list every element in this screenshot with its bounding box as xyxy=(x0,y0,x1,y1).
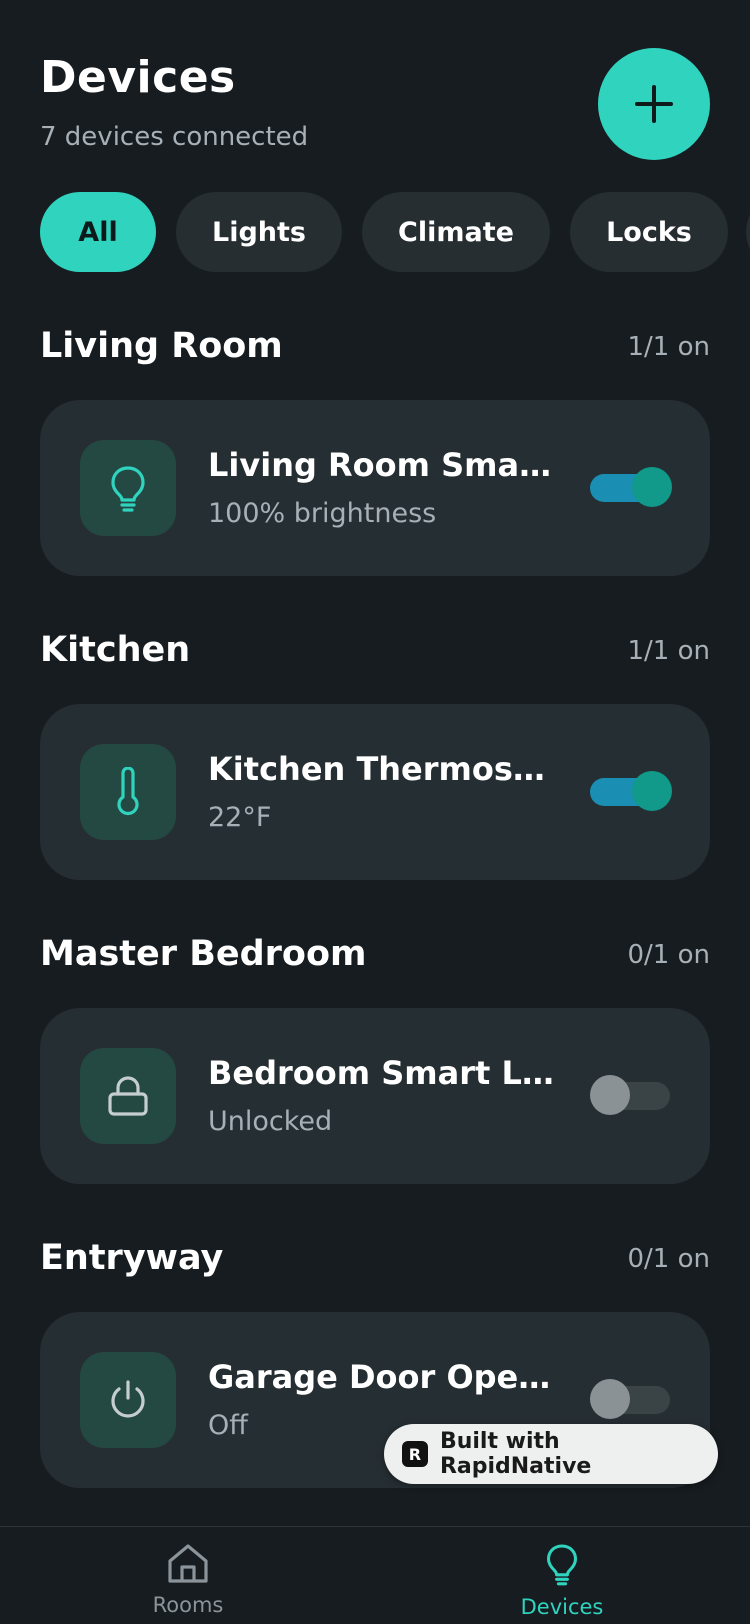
lightbulb-icon xyxy=(546,1544,578,1586)
bottom-nav: Rooms Devices xyxy=(0,1526,750,1624)
filter-chip-more[interactable] xyxy=(746,192,750,272)
filter-chip-locks[interactable]: Locks xyxy=(570,192,728,272)
toggle-thumb xyxy=(590,1075,630,1115)
section-title-living-room: Living Room xyxy=(40,326,283,366)
section-title-master-bedroom: Master Bedroom xyxy=(40,934,367,974)
device-toggle[interactable] xyxy=(590,1074,674,1118)
rapidnative-logo-icon: R xyxy=(402,1441,428,1467)
lock-icon xyxy=(108,1076,148,1116)
device-card-living-room-light[interactable]: Living Room Smart Light 100% brightness xyxy=(40,400,710,576)
device-card-kitchen-thermostat[interactable]: Kitchen Thermostat 22°F xyxy=(40,704,710,880)
page-title: Devices xyxy=(40,52,236,103)
device-name: Bedroom Smart Lock xyxy=(208,1054,558,1092)
filter-chip-all[interactable]: All xyxy=(40,192,156,272)
add-device-button[interactable] xyxy=(598,48,710,160)
section-title-entryway: Entryway xyxy=(40,1238,224,1278)
device-status: 100% brightness xyxy=(208,498,437,529)
device-toggle[interactable] xyxy=(590,770,674,814)
device-status: 22°F xyxy=(208,802,272,833)
device-name: Living Room Smart Light xyxy=(208,446,558,484)
device-icon-tile xyxy=(80,1048,176,1144)
device-toggle[interactable] xyxy=(590,466,674,510)
section-title-kitchen: Kitchen xyxy=(40,630,191,670)
device-name: Kitchen Thermostat xyxy=(208,750,558,788)
built-with-badge[interactable]: R Built with RapidNative xyxy=(384,1424,718,1484)
device-icon-tile xyxy=(80,1352,176,1448)
device-toggle[interactable] xyxy=(590,1378,674,1422)
device-icon-tile xyxy=(80,440,176,536)
lightbulb-icon xyxy=(111,466,145,512)
device-status: Unlocked xyxy=(208,1106,333,1137)
filter-chip-lights[interactable]: Lights xyxy=(176,192,342,272)
toggle-thumb xyxy=(632,467,672,507)
nav-item-devices[interactable]: Devices xyxy=(502,1541,622,1619)
devices-connected-count: 7 devices connected xyxy=(40,122,309,152)
device-name: Garage Door Opener xyxy=(208,1358,558,1396)
section-count-living-room: 1/1 on xyxy=(627,332,711,362)
filter-chip-climate[interactable]: Climate xyxy=(362,192,550,272)
toggle-thumb xyxy=(632,771,672,811)
nav-item-rooms[interactable]: Rooms xyxy=(128,1541,248,1617)
section-count-master-bedroom: 0/1 on xyxy=(627,940,711,970)
nav-label-devices: Devices xyxy=(520,1595,604,1619)
toggle-thumb xyxy=(590,1379,630,1419)
section-count-kitchen: 1/1 on xyxy=(627,636,711,666)
section-count-entryway: 0/1 on xyxy=(627,1244,711,1274)
plus-icon xyxy=(635,85,673,123)
device-card-bedroom-lock[interactable]: Bedroom Smart Lock Unlocked xyxy=(40,1008,710,1184)
nav-label-rooms: Rooms xyxy=(152,1593,224,1617)
device-icon-tile xyxy=(80,744,176,840)
power-icon xyxy=(111,1380,145,1418)
device-status: Off xyxy=(208,1410,248,1441)
thermometer-icon xyxy=(117,767,139,816)
devices-screen: Devices 7 devices connected All Lights C… xyxy=(0,0,750,1624)
badge-label: Built with RapidNative xyxy=(439,1429,592,1479)
home-icon xyxy=(168,1544,208,1583)
filter-chips: All Lights Climate Locks xyxy=(40,192,750,272)
